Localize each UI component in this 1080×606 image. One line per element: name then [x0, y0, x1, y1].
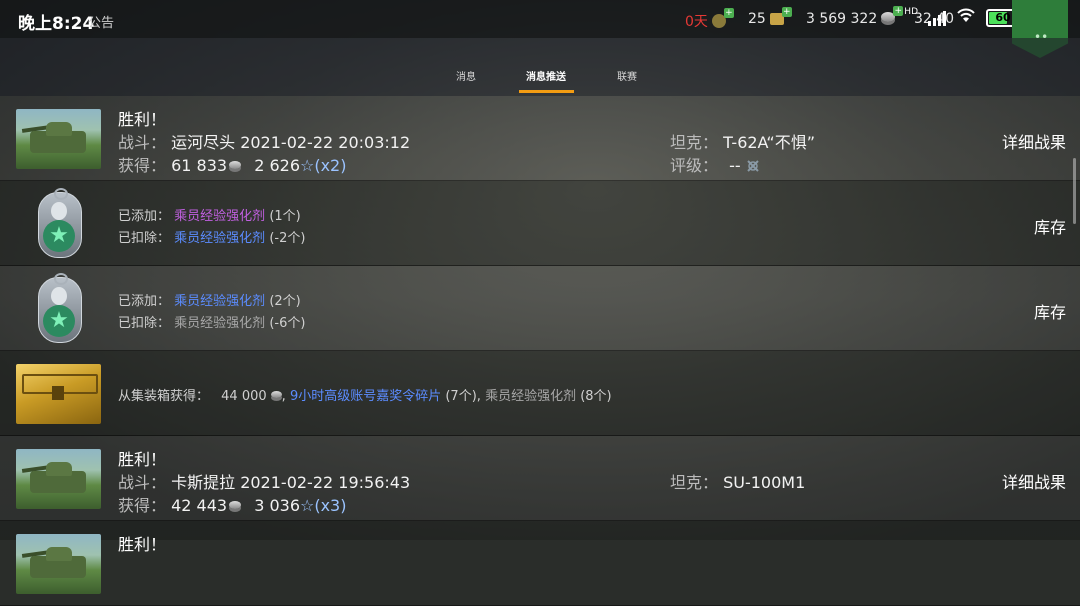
removed-line: 已扣除： 乘员经验强化剂 (-2个) — [118, 227, 305, 246]
result-title: 胜利！ — [118, 110, 167, 129]
tank-name: T-62A“不惧” — [723, 133, 816, 152]
premium-icon: + — [711, 8, 734, 28]
premium-fragment-item: 9小时高级账号嘉奖令碎片 — [289, 389, 442, 404]
container-reward-row[interactable]: 从集装箱获得： 44 000, 9小时高级账号嘉奖令碎片 (7个), 乘员经验强… — [0, 351, 1080, 436]
xp-multiplier: (x3) — [314, 496, 347, 515]
tank-thumbnail — [16, 534, 101, 594]
battle-value: 卡斯提拉 2021-02-22 19:56:43 — [171, 473, 411, 492]
crew-booster-item: 乘员经验强化剂 — [485, 389, 577, 404]
added-label: 已添加： — [118, 209, 171, 224]
removed-count: (-6个) — [269, 316, 306, 331]
added-count: (2个) — [269, 294, 301, 309]
added-label: 已添加： — [118, 294, 171, 309]
tank-label: 坦克： — [670, 133, 719, 152]
removed-label: 已扣除： — [118, 231, 171, 246]
added-line: 已添加： 乘员经验强化剂 (1个) — [118, 205, 301, 224]
tank-line: 坦克： T-62A“不惧” — [670, 129, 815, 153]
tank-thumbnail — [16, 449, 101, 509]
tab-messages[interactable]: 消息 — [456, 68, 476, 83]
earnings-line: 获得： 61 833 2 626☆(x2) — [118, 152, 346, 176]
credits-earned: 42 443 — [171, 496, 228, 515]
xp-multiplier: (x2) — [314, 156, 347, 175]
credits-icon — [270, 391, 282, 398]
added-count: (1个) — [269, 209, 301, 224]
container-credits: 44 000 — [221, 389, 267, 404]
mastery-badge-icon — [746, 159, 760, 173]
removed-label: 已扣除： — [118, 316, 171, 331]
container-thumbnail — [16, 364, 101, 424]
inventory-button[interactable]: 库存 — [1034, 299, 1066, 323]
credits-icon: + — [881, 6, 904, 22]
credits-icon — [229, 161, 242, 169]
battle-line: 战斗： 卡斯提拉 2021-02-22 19:56:43 — [118, 469, 410, 493]
added-item: 乘员经验强化剂 — [174, 294, 266, 309]
battle-line: 战斗： 运河尽头 2021-02-22 20:03:12 — [118, 129, 410, 153]
inventory-button[interactable]: 库存 — [1034, 214, 1066, 238]
booster-row[interactable]: ★ 已添加： 乘员经验强化剂 (1个) 已扣除： 乘员经验强化剂 (-2个) 库… — [0, 181, 1080, 266]
crew-booster-count: (8个) — [580, 389, 612, 404]
added-item: 乘员经验强化剂 — [174, 209, 266, 224]
result-title: 胜利！ — [118, 535, 167, 554]
battle-value: 运河尽头 2021-02-22 20:03:12 — [171, 133, 411, 152]
crew-booster-icon: ★ — [36, 188, 82, 258]
active-tab-indicator — [519, 90, 574, 93]
rating-line: 评级： -- — [670, 152, 760, 176]
rating-label: 评级： — [670, 156, 719, 175]
battery-level: 60 — [995, 11, 1011, 24]
gold-value: 25 — [748, 11, 766, 27]
premium-fragment-count: (7个) — [445, 389, 477, 404]
gold-icon: + — [769, 7, 792, 25]
earnings-line: 获得： 42 443 3 036☆(x3) — [118, 492, 346, 516]
notification-list: 胜利！ 战斗： 运河尽头 2021-02-22 20:03:12 获得： 61 … — [0, 96, 1080, 606]
tab-league[interactable]: 联赛 — [617, 68, 637, 83]
list-scrollbar[interactable] — [1073, 158, 1076, 224]
signal-icon — [928, 10, 946, 26]
container-label: 从集装箱获得： — [118, 389, 210, 404]
added-line: 已添加： 乘员经验强化剂 (2个) — [118, 290, 301, 309]
separator: , — [476, 389, 481, 404]
container-reward-line: 从集装箱获得： 44 000, 9小时高级账号嘉奖令碎片 (7个), 乘员经验强… — [118, 385, 612, 404]
status-bar: 晚上8:24 公告 0天 + 25 + 3 569 322 + 32 40 HD… — [0, 0, 1080, 38]
tank-name: SU-100M1 — [723, 473, 806, 492]
tank-line: 坦克： SU-100M1 — [670, 469, 805, 493]
xp-earned: 2 626 — [254, 156, 300, 175]
removed-item: 乘员经验强化剂 — [174, 231, 266, 246]
clock: 晚上8:24 — [18, 14, 95, 34]
gain-label: 获得： — [118, 156, 167, 175]
removed-count: (-2个) — [269, 231, 306, 246]
credits-value: 3 569 322 — [806, 11, 878, 27]
crew-booster-icon: ★ — [36, 273, 82, 343]
battle-details-button[interactable]: 详细战果 — [1002, 469, 1066, 493]
battle-label: 战斗： — [118, 473, 167, 492]
wifi-icon — [956, 8, 976, 28]
battle-details-button[interactable]: 详细战果 — [1002, 129, 1066, 153]
star-icon: ☆ — [300, 156, 315, 175]
star-icon: ☆ — [300, 496, 315, 515]
rating-value: -- — [729, 156, 741, 175]
xp-earned: 3 036 — [254, 496, 300, 515]
removed-item: 乘员经验强化剂 — [174, 316, 266, 331]
system-indicators: HD 60 — [904, 7, 1023, 28]
credits-balance[interactable]: 3 569 322 + — [806, 6, 904, 27]
separator: , — [281, 389, 286, 404]
battle-result-row[interactable]: 胜利！ 战斗： 卡斯提拉 2021-02-22 19:56:43 获得： 42 … — [0, 436, 1080, 521]
gold-balance[interactable]: 25 + — [748, 7, 792, 27]
result-title: 胜利！ — [118, 450, 167, 469]
premium-days-value: 0天 — [685, 14, 708, 30]
credits-icon — [229, 501, 242, 509]
tank-label: 坦克： — [670, 473, 719, 492]
battle-result-row[interactable]: 胜利！ — [0, 521, 1080, 606]
battle-label: 战斗： — [118, 133, 167, 152]
hd-label: HD — [904, 7, 918, 17]
tab-bar: 消息 消息推送 联赛 — [0, 38, 1080, 96]
gain-label: 获得： — [118, 496, 167, 515]
tab-push-messages[interactable]: 消息推送 — [526, 68, 566, 83]
credits-earned: 61 833 — [171, 156, 228, 175]
tank-thumbnail — [16, 109, 101, 169]
notice-link[interactable]: 公告 — [88, 12, 114, 31]
removed-line: 已扣除： 乘员经验强化剂 (-6个) — [118, 312, 305, 331]
battle-result-row[interactable]: 胜利！ 战斗： 运河尽头 2021-02-22 20:03:12 获得： 61 … — [0, 96, 1080, 181]
premium-days[interactable]: 0天 + — [685, 8, 734, 31]
booster-row[interactable]: ★ 已添加： 乘员经验强化剂 (2个) 已扣除： 乘员经验强化剂 (-6个) 库… — [0, 266, 1080, 351]
